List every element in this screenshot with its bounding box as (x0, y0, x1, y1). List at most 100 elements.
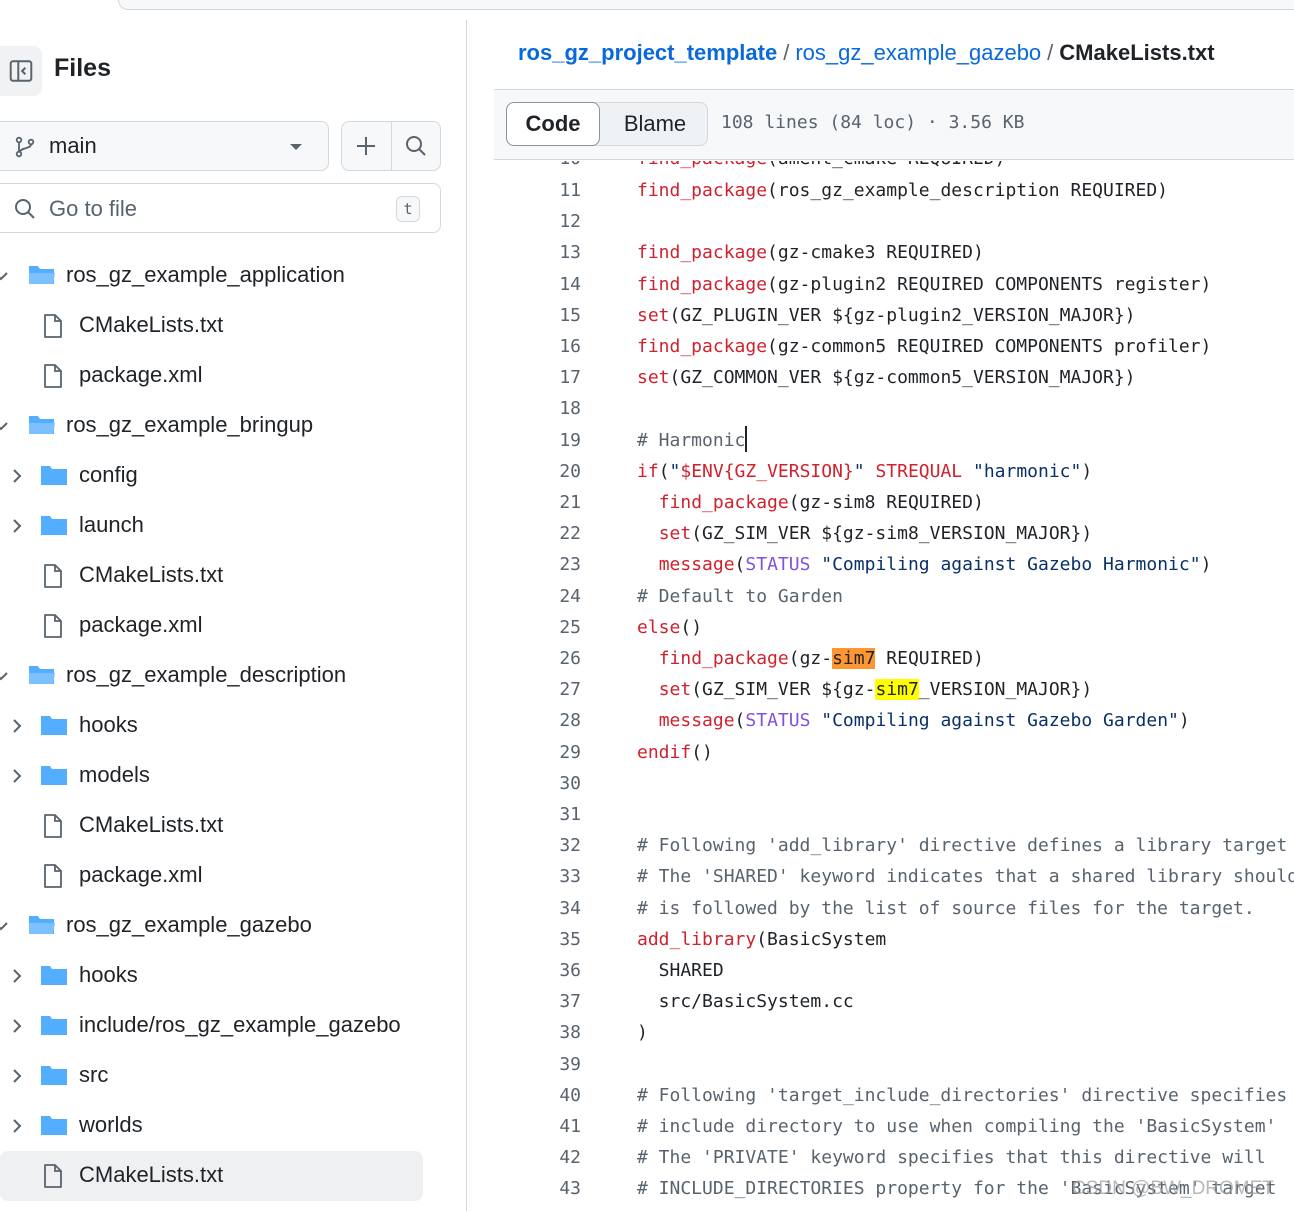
tree-folder-item[interactable]: ros_gz_example_description (0, 651, 466, 701)
code-text: find_package(gz-common5 REQUIRED COMPONE… (637, 336, 1212, 357)
line-number[interactable]: 25 (494, 612, 581, 643)
tree-folder-item[interactable]: models (0, 751, 466, 801)
folder-icon (41, 1016, 67, 1035)
file-info: 108 lines (84 loc) · 3.56 KB (721, 112, 1025, 133)
tree-folder-item[interactable]: src (0, 1051, 466, 1101)
line-number[interactable]: 40 (494, 1080, 581, 1111)
tab-blame[interactable]: Blame (603, 103, 707, 145)
line-number[interactable]: 10 (494, 161, 581, 174)
line-number[interactable]: 43 (494, 1173, 581, 1204)
tree-folder-item[interactable]: ros_gz_example_application (0, 251, 466, 301)
line-number[interactable]: 11 (494, 175, 581, 206)
code-view[interactable]: 10 find_package(ament_cmake REQUIRED) 11 fi… (494, 161, 1294, 1211)
tree-file-item[interactable]: package.xml (0, 851, 466, 901)
collapse-sidebar-button[interactable] (0, 46, 42, 96)
search-match-highlight: sim7 (832, 648, 876, 669)
search-code-button[interactable] (390, 122, 440, 170)
code-line: 32 # Following 'add_library' directive de… (494, 830, 1294, 861)
tree-folder-item[interactable]: worlds (0, 1101, 466, 1151)
line-number[interactable]: 16 (494, 331, 581, 362)
tree-folder-item[interactable]: include/ros_gz_example_gazebo (0, 1001, 466, 1051)
chevron-right-icon[interactable] (10, 518, 24, 534)
line-number[interactable]: 27 (494, 674, 581, 705)
chevron-down-icon[interactable] (0, 918, 8, 934)
line-number[interactable]: 14 (494, 269, 581, 300)
line-number[interactable]: 20 (494, 456, 581, 487)
line-number[interactable]: 31 (494, 799, 581, 830)
line-number[interactable]: 39 (494, 1049, 581, 1080)
go-to-file-placeholder: Go to file (49, 196, 138, 221)
line-number[interactable]: 24 (494, 581, 581, 612)
top-search-bar[interactable] (118, 0, 1294, 10)
folder-icon (41, 766, 67, 785)
line-number[interactable]: 21 (494, 487, 581, 518)
line-number[interactable]: 13 (494, 237, 581, 268)
branch-selector[interactable]: main (0, 121, 329, 171)
search-icon (405, 136, 426, 156)
breadcrumb-repo-link[interactable]: ros_gz_project_template (518, 40, 777, 65)
tree-folder-item[interactable]: hooks (0, 951, 466, 1001)
search-icon (15, 199, 35, 219)
code-line: 37 src/BasicSystem.cc (494, 986, 1294, 1017)
chevron-down-icon[interactable] (0, 418, 8, 434)
line-number[interactable]: 32 (494, 830, 581, 861)
line-number[interactable]: 15 (494, 300, 581, 331)
breadcrumb-folder-link[interactable]: ros_gz_example_gazebo (795, 40, 1041, 65)
chevron-right-icon[interactable] (10, 468, 24, 484)
line-number[interactable]: 36 (494, 955, 581, 986)
tree-folder-item[interactable]: config (0, 451, 466, 501)
chevron-right-icon[interactable] (10, 1118, 24, 1134)
line-number[interactable]: 37 (494, 986, 581, 1017)
line-number[interactable]: 34 (494, 893, 581, 924)
breadcrumb-current-file: CMakeLists.txt (1059, 40, 1215, 65)
sidebar-collapse-icon (9, 60, 33, 82)
line-number[interactable]: 33 (494, 861, 581, 892)
line-number[interactable]: 29 (494, 737, 581, 768)
chevron-right-icon[interactable] (10, 718, 24, 734)
line-number[interactable]: 35 (494, 924, 581, 955)
chevron-down-icon[interactable] (0, 268, 8, 284)
tree-folder-item[interactable]: ros_gz_example_gazebo (0, 901, 466, 951)
chevron-right-icon[interactable] (10, 1068, 24, 1084)
tree-folder-item[interactable]: ros_gz_example_bringup (0, 401, 466, 451)
line-number[interactable]: 18 (494, 393, 581, 424)
breadcrumb-separator: / (783, 40, 790, 65)
line-number[interactable]: 30 (494, 768, 581, 799)
tree-folder-item[interactable]: launch (0, 501, 466, 551)
tree-item-label: ros_gz_example_application (66, 262, 345, 287)
code-line: 18 (494, 393, 1294, 424)
code-text: else() (637, 616, 703, 638)
line-number[interactable]: 28 (494, 705, 581, 736)
tab-code[interactable]: Code (506, 102, 600, 146)
code-line: 39 (494, 1049, 1294, 1080)
chevron-right-icon[interactable] (10, 968, 24, 984)
chevron-right-icon[interactable] (10, 768, 24, 784)
line-number[interactable]: 23 (494, 549, 581, 580)
line-number[interactable]: 12 (494, 206, 581, 237)
chevron-down-icon[interactable] (0, 668, 8, 684)
line-number[interactable]: 41 (494, 1111, 581, 1142)
line-number[interactable]: 17 (494, 362, 581, 393)
line-number[interactable]: 19 (494, 425, 581, 456)
tree-file-item[interactable]: CMakeLists.txt (0, 801, 466, 851)
tree-file-item[interactable]: CMakeLists.txt (0, 1151, 423, 1201)
tree-file-item[interactable]: CMakeLists.txt (0, 551, 466, 601)
line-number[interactable]: 26 (494, 643, 581, 674)
code-text: set(GZ_COMMON_VER ${gz-common5_VERSION_M… (637, 367, 1136, 389)
line-number[interactable]: 22 (494, 518, 581, 549)
tree-file-item[interactable]: package.xml (0, 351, 466, 401)
tree-item-label: hooks (79, 962, 138, 987)
line-number[interactable]: 38 (494, 1017, 581, 1048)
code-text: # include directory to use when compilin… (637, 1116, 1277, 1137)
tree-file-item[interactable]: CMakeLists.txt (0, 301, 466, 351)
add-file-button[interactable] (342, 122, 391, 170)
go-to-file-input[interactable]: Go to file t (0, 183, 441, 233)
code-text: # Following 'add_library' directive defi… (637, 835, 1288, 857)
line-number[interactable]: 42 (494, 1142, 581, 1173)
folder-icon (41, 1116, 67, 1135)
tree-folder-item[interactable]: hooks (0, 701, 466, 751)
folder-open-icon (29, 666, 55, 684)
code-text: SHARED (637, 960, 724, 981)
chevron-right-icon[interactable] (10, 1018, 24, 1034)
tree-file-item[interactable]: package.xml (0, 601, 466, 651)
